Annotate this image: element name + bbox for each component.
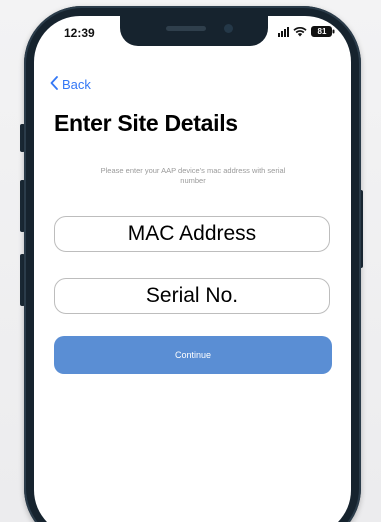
- status-bar-time: 12:39: [64, 26, 95, 40]
- back-button[interactable]: Back: [50, 76, 91, 93]
- continue-button[interactable]: Continue: [54, 336, 332, 374]
- status-bar-indicators: 81: [278, 26, 335, 37]
- back-label: Back: [62, 77, 91, 92]
- serial-number-input[interactable]: Serial No.: [54, 278, 330, 314]
- phone-notch: [120, 16, 268, 46]
- page-title: Enter Site Details: [54, 110, 238, 136]
- battery-icon: 81: [311, 26, 335, 37]
- earpiece-speaker: [166, 26, 206, 31]
- screenshot-stage: 12:39 81 Back Enter Site Details Please …: [0, 0, 381, 522]
- instruction-text: Please enter your AAP device's mac addre…: [100, 166, 286, 185]
- signal-icon: [278, 26, 289, 37]
- mac-address-input[interactable]: MAC Address: [54, 216, 330, 252]
- phone-screen: 12:39 81 Back Enter Site Details Please …: [34, 16, 351, 522]
- wifi-icon: [293, 26, 307, 37]
- chevron-left-icon: [50, 76, 58, 93]
- battery-level-label: 81: [317, 27, 327, 36]
- front-camera: [224, 24, 233, 33]
